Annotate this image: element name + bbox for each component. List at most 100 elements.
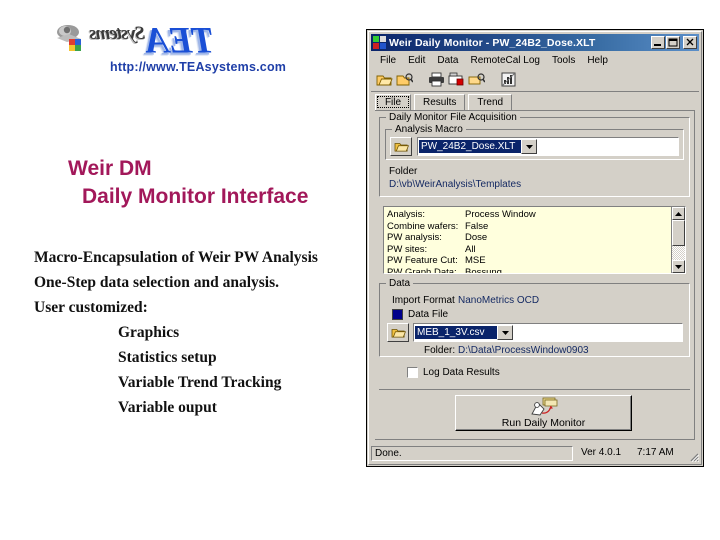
menu-item-edit[interactable]: Edit — [402, 54, 431, 67]
app-icon — [373, 36, 386, 49]
menu-bar: File Edit Data RemoteCal Log Tools Help — [371, 52, 699, 68]
tab-file[interactable]: File — [375, 94, 411, 110]
tea-systems-logo: TEASystems http://www.TEAsystems.com — [55, 14, 305, 74]
analysis-macro-label: Analysis Macro — [392, 124, 466, 135]
body-line: Macro-Encapsulation of Weir PW Analysis — [34, 249, 318, 266]
tab-page-file: Daily Monitor File Acquisition Analysis … — [375, 111, 695, 440]
chevron-down-icon[interactable] — [521, 139, 537, 154]
scrollbar-track[interactable] — [672, 246, 685, 260]
info-key: Combine wafers: — [387, 220, 459, 232]
info-panel-scrollbar[interactable] — [671, 207, 685, 273]
data-group-label: Data — [386, 278, 414, 289]
menu-item-file[interactable]: File — [374, 54, 402, 67]
analysis-info-rows: Analysis: Process Window Combine wafers:… — [387, 209, 669, 274]
maximize-icon — [668, 38, 678, 47]
print-icon[interactable] — [428, 71, 445, 88]
logo-wordmark-text: TEA — [145, 20, 215, 62]
slide-page: TEASystems http://www.TEAsystems.com Wei… — [0, 0, 720, 540]
file-acquisition-group: Daily Monitor File Acquisition Analysis … — [379, 112, 690, 197]
resize-grip-icon[interactable] — [687, 450, 699, 462]
scroll-down-button[interactable] — [672, 260, 685, 273]
toolbar — [371, 68, 699, 92]
page-title: Weir DM Daily Monitor Interface — [68, 155, 368, 211]
status-bar: Done. Ver 4.0.1 7:17 AM — [371, 445, 699, 462]
menu-item-remotecal-log[interactable]: RemoteCal Log — [464, 54, 545, 67]
window-inner-frame: Weir Daily Monitor - PW_24B2_Dose.XLT Fi… — [368, 31, 702, 465]
chevron-up-icon — [675, 211, 682, 216]
application-window: Weir Daily Monitor - PW_24B2_Dose.XLT Fi… — [366, 29, 704, 467]
open-folder-icon — [391, 329, 406, 338]
menu-item-help[interactable]: Help — [581, 54, 614, 67]
info-row: Combine wafers: False — [387, 221, 669, 233]
maximize-button[interactable] — [666, 36, 680, 49]
analysis-info-panel: Analysis: Process Window Combine wafers:… — [383, 206, 686, 274]
import-format-label: Import Format — [392, 295, 455, 306]
scrollbar-thumb[interactable] — [672, 220, 685, 246]
info-value: Process Window — [465, 209, 536, 220]
logo-wordmark-suffix: Systems — [90, 23, 146, 44]
analysis-macro-combo[interactable]: PW_24B2_Dose.XLT — [417, 137, 679, 156]
info-value: Bossung — [465, 266, 502, 274]
info-row: PW sites: All — [387, 244, 669, 256]
status-version: Ver 4.0.1 — [581, 447, 622, 458]
tab-strip: File Results Trend — [375, 94, 695, 111]
log-data-results-label: Log Data Results — [423, 367, 500, 378]
tab-trend[interactable]: Trend — [468, 94, 513, 110]
log-data-results-checkbox[interactable] — [407, 367, 418, 378]
window-title: Weir Daily Monitor - PW_24B2_Dose.XLT — [389, 36, 596, 49]
page-title-line1: Weir DM — [68, 157, 152, 180]
info-key: PW Feature Cut: — [387, 255, 458, 266]
close-button[interactable] — [683, 36, 697, 49]
analysis-macro-value: PW_24B2_Dose.XLT — [419, 140, 521, 153]
open-with-icon[interactable] — [396, 71, 413, 88]
print-setup-icon[interactable] — [468, 71, 485, 88]
print-preview-icon[interactable] — [448, 71, 465, 88]
info-value: MSE — [465, 255, 486, 266]
run-daily-monitor-button[interactable]: Run Daily Monitor — [455, 395, 632, 431]
chevron-down-glyph — [501, 330, 509, 335]
run-daily-monitor-label: Run Daily Monitor — [501, 417, 586, 429]
tab-results[interactable]: Results — [414, 94, 466, 110]
logo-mark-icon — [57, 25, 81, 51]
info-row: PW Feature Cut: MSE — [387, 255, 669, 267]
info-value: Dose — [465, 232, 488, 243]
data-file-checkbox[interactable] — [392, 309, 403, 320]
info-row: Analysis: Process Window — [387, 209, 669, 221]
chevron-down-icon[interactable] — [497, 325, 513, 340]
info-key: PW analysis: — [387, 232, 442, 243]
log-data-results-row[interactable]: Log Data Results — [407, 367, 500, 378]
body-sub-item: Variable Trend Tracking — [118, 374, 282, 391]
info-value: All — [465, 243, 476, 255]
body-sub-item: Graphics — [118, 324, 180, 341]
info-row: PW analysis: Dose — [387, 232, 669, 244]
browse-data-file-button[interactable] — [387, 323, 409, 342]
title-bar: Weir Daily Monitor - PW_24B2_Dose.XLT — [371, 34, 699, 51]
data-file-label: Data File — [408, 309, 449, 320]
logo-wordmark: TEASystems — [90, 14, 214, 61]
body-sub-item: Statistics setup — [118, 349, 217, 366]
window-controls — [651, 36, 697, 49]
minimize-icon — [654, 44, 661, 46]
data-file-value: MEB_1_3V.csv — [415, 326, 497, 339]
chart-icon[interactable] — [500, 71, 517, 88]
browse-macro-button[interactable] — [390, 137, 412, 156]
slide-body-text: Macro-Encapsulation of Weir PW Analysis … — [34, 245, 374, 420]
chevron-down-glyph — [525, 144, 533, 149]
import-format-value: NanoMetrics OCD — [458, 295, 540, 306]
body-line: User customized: — [34, 299, 148, 316]
data-file-combo[interactable]: MEB_1_3V.csv — [413, 323, 683, 342]
close-icon — [686, 38, 694, 46]
data-file-checkbox-row[interactable]: Data File — [392, 309, 448, 320]
scroll-up-button[interactable] — [672, 207, 685, 220]
data-folder-path: D:\Data\ProcessWindow0903 — [458, 345, 589, 356]
info-key: PW sites: — [387, 243, 428, 255]
info-key: PW Graph Data: — [387, 266, 457, 274]
menu-item-tools[interactable]: Tools — [546, 54, 581, 67]
open-folder-icon — [394, 143, 409, 152]
menu-item-data[interactable]: Data — [431, 54, 464, 67]
body-line: One-Step data selection and analysis. — [34, 274, 280, 291]
minimize-button[interactable] — [651, 36, 665, 49]
template-folder-label: Folder — [389, 166, 418, 177]
info-value: False — [465, 220, 489, 232]
open-folder-icon[interactable] — [376, 71, 393, 88]
